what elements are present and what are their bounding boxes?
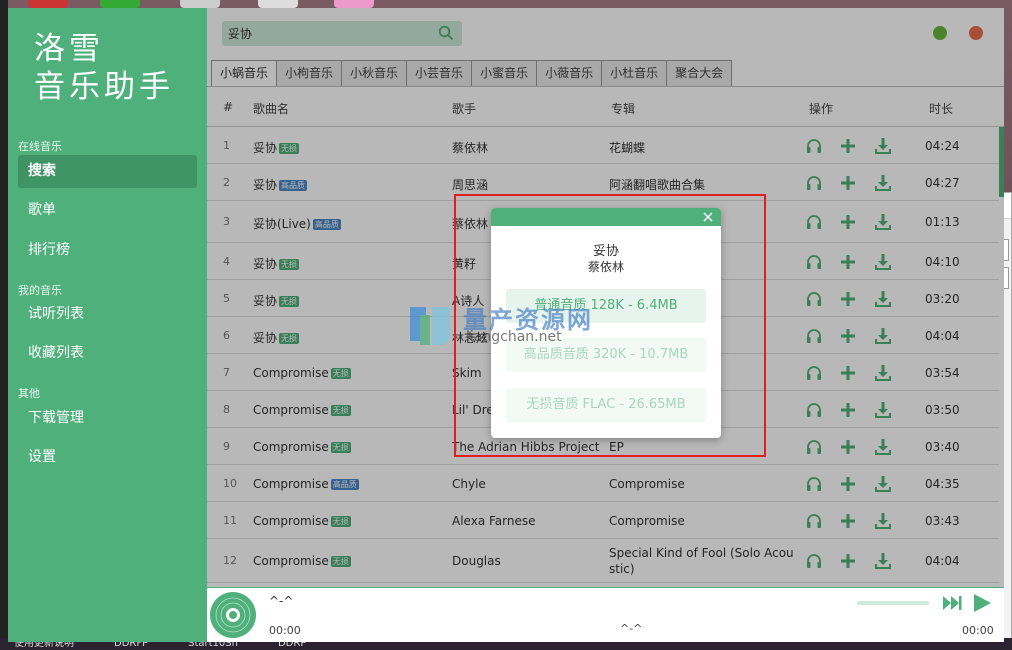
desktop-icon[interactable] xyxy=(180,0,220,8)
dialog-artist: 蔡依林 xyxy=(587,260,624,274)
quality-option-high[interactable]: 高品质音质 320K - 10.7MB xyxy=(506,338,706,372)
volume-slider[interactable] xyxy=(857,601,929,605)
sidebar-item-favorites[interactable]: 收藏列表 xyxy=(18,337,197,370)
sidebar-item-search[interactable]: 搜索 xyxy=(18,155,197,188)
sidebar-item-charts[interactable]: 排行榜 xyxy=(18,234,197,267)
play-icon[interactable] xyxy=(972,592,992,614)
quality-option-standard[interactable]: 普通音质 128K - 6.4MB xyxy=(506,289,706,323)
lyric-line: ^-^ xyxy=(620,622,643,635)
sidebar-section-my-music: 我的音乐 xyxy=(18,284,62,297)
dialog-song-name: 妥协 xyxy=(592,244,619,259)
current-time: 00:00 xyxy=(269,624,301,637)
quality-option-lossless[interactable]: 无损音质 FLAC - 26.65MB xyxy=(506,388,706,422)
sidebar: 洛雪 音乐助手 在线音乐 搜索 歌单 排行榜 我的音乐 试听列表 收藏列表 其他… xyxy=(8,8,207,642)
total-time: 00:00 xyxy=(962,624,994,637)
logo-line-1: 洛雪 xyxy=(34,31,104,67)
desktop-icon[interactable] xyxy=(334,0,374,8)
sidebar-item-settings[interactable]: 设置 xyxy=(18,441,197,474)
sidebar-item-downloads[interactable]: 下载管理 xyxy=(18,402,197,435)
desktop-icon[interactable] xyxy=(28,0,68,8)
sidebar-item-listen-list[interactable]: 试听列表 xyxy=(18,298,197,331)
app-logo: 洛雪 音乐助手 xyxy=(34,30,174,106)
desktop-icon[interactable] xyxy=(100,0,140,8)
sidebar-section-online: 在线音乐 xyxy=(18,140,62,153)
now-playing-title: ^-^ xyxy=(269,594,294,608)
player-bar: ^-^ 00:00 ^-^ 00:00 xyxy=(207,587,1004,642)
background-window-edge xyxy=(0,0,8,640)
close-icon[interactable] xyxy=(701,210,715,224)
sidebar-section-other: 其他 xyxy=(18,387,40,400)
album-disc-icon[interactable] xyxy=(209,591,257,639)
download-quality-dialog: 妥协 蔡依林 普通音质 128K - 6.4MB 高品质音质 320K - 10… xyxy=(491,208,721,438)
logo-line-2: 音乐助手 xyxy=(34,69,174,105)
dialog-header xyxy=(491,208,721,226)
desktop-icon[interactable] xyxy=(258,0,298,8)
next-track-icon[interactable] xyxy=(942,594,962,612)
sidebar-item-playlists[interactable]: 歌单 xyxy=(18,194,197,227)
